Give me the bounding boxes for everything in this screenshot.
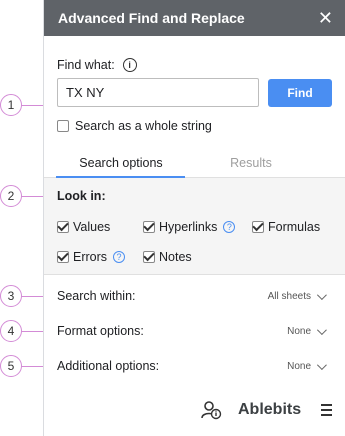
callout-4: 4 bbox=[0, 320, 22, 342]
find-what-label-row: Find what: i bbox=[57, 58, 137, 72]
look-in-notes[interactable]: Notes bbox=[143, 250, 192, 264]
look-in-hyperlinks[interactable]: Hyperlinks ? bbox=[143, 220, 236, 234]
format-options-dropdown[interactable]: None bbox=[287, 324, 327, 337]
look-in-title: Look in: bbox=[57, 189, 106, 203]
help-icon[interactable]: ? bbox=[223, 221, 236, 233]
menu-icon[interactable] bbox=[321, 404, 332, 419]
format-options-value: None bbox=[287, 325, 311, 337]
footer: Ablebits bbox=[44, 395, 345, 425]
formulas-label: Formulas bbox=[268, 220, 321, 234]
find-what-label: Find what: bbox=[57, 58, 115, 72]
tab-results[interactable]: Results bbox=[186, 156, 316, 170]
search-within-value: All sheets bbox=[267, 290, 311, 302]
search-within-row[interactable]: Search within: All sheets bbox=[44, 278, 345, 314]
tab-bar: Search options Results bbox=[44, 152, 345, 178]
search-within-dropdown[interactable]: All sheets bbox=[267, 289, 327, 302]
additional-options-row[interactable]: Additional options: None bbox=[44, 348, 345, 384]
person-info-icon[interactable] bbox=[200, 400, 222, 425]
title-bar: Advanced Find and Replace ✕ bbox=[44, 0, 345, 36]
look-in-errors[interactable]: Errors ? bbox=[57, 250, 126, 264]
hyperlinks-label: Hyperlinks bbox=[159, 220, 218, 234]
chevron-down-icon bbox=[316, 359, 327, 370]
additional-options-label: Additional options: bbox=[57, 359, 160, 373]
formulas-checkbox[interactable] bbox=[252, 221, 264, 233]
window-title: Advanced Find and Replace bbox=[58, 10, 245, 26]
look-in-section: Look in: Values Hyperlinks ? Formulas Er… bbox=[44, 178, 345, 275]
chevron-down-icon bbox=[316, 324, 327, 335]
whole-string-label: Search as a whole string bbox=[75, 119, 212, 133]
callout-line-1 bbox=[21, 105, 43, 106]
values-checkbox[interactable] bbox=[57, 221, 69, 233]
format-options-row[interactable]: Format options: None bbox=[44, 313, 345, 349]
ablebits-logo: Ablebits bbox=[238, 401, 302, 418]
errors-checkbox[interactable] bbox=[57, 251, 69, 263]
format-options-label: Format options: bbox=[57, 324, 144, 338]
search-within-label: Search within: bbox=[57, 289, 136, 303]
hyperlinks-checkbox[interactable] bbox=[143, 221, 155, 233]
callout-3: 3 bbox=[0, 285, 22, 307]
close-icon[interactable]: ✕ bbox=[318, 9, 333, 27]
notes-checkbox[interactable] bbox=[143, 251, 155, 263]
chevron-down-icon bbox=[316, 289, 327, 300]
errors-label: Errors bbox=[73, 250, 108, 264]
additional-options-value: None bbox=[287, 360, 311, 372]
whole-string-checkbox[interactable] bbox=[57, 120, 69, 132]
look-in-values[interactable]: Values bbox=[57, 220, 110, 234]
help-icon[interactable]: ? bbox=[113, 251, 126, 263]
info-icon[interactable]: i bbox=[122, 58, 137, 72]
additional-options-dropdown[interactable]: None bbox=[287, 359, 327, 372]
callout-2: 2 bbox=[0, 185, 22, 207]
find-replace-panel: Advanced Find and Replace ✕ Find what: i… bbox=[43, 0, 345, 436]
tab-search-options[interactable]: Search options bbox=[56, 156, 186, 170]
values-label: Values bbox=[73, 220, 111, 234]
callout-1: 1 bbox=[0, 94, 22, 116]
find-what-input[interactable] bbox=[57, 78, 259, 107]
look-in-formulas[interactable]: Formulas bbox=[252, 220, 320, 234]
callout-5: 5 bbox=[0, 355, 22, 377]
find-button[interactable]: Find bbox=[268, 79, 332, 107]
notes-label: Notes bbox=[159, 250, 192, 264]
whole-string-option[interactable]: Search as a whole string bbox=[57, 119, 212, 133]
